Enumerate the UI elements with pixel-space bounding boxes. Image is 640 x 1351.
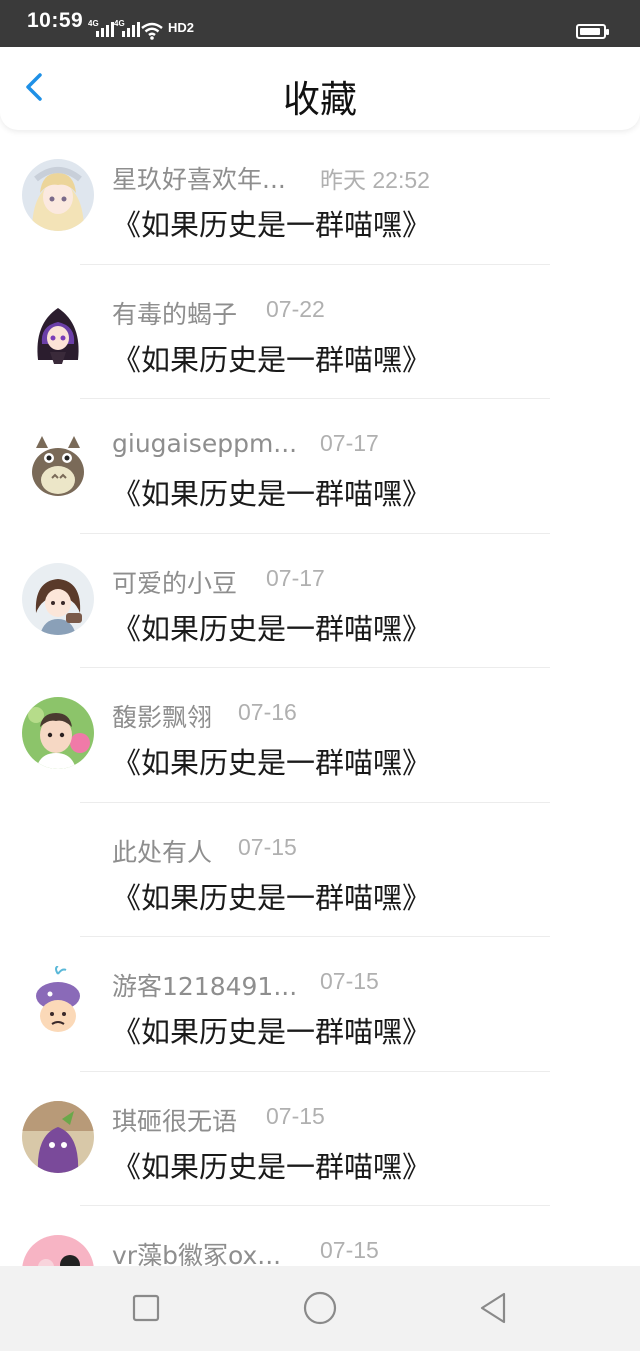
post-time: 07-17 [320, 430, 379, 456]
post-time: 07-15 [266, 1102, 325, 1129]
list-item[interactable]: 此处有人 07-15 《如果历史是一群喵嘿》 [0, 803, 640, 937]
status-time: 10:59 [27, 9, 84, 32]
battery-icon [576, 24, 609, 39]
user-name[interactable]: 有毒的蝎子 [112, 295, 237, 331]
item-title[interactable]: 《如果历史是一群喵嘿》 [112, 875, 431, 917]
user-name[interactable]: 此处有人 [112, 833, 212, 869]
item-title[interactable]: 《如果历史是一群喵嘿》 [112, 1144, 431, 1186]
user-name[interactable]: giugaiseppm... [112, 429, 297, 458]
system-nav-bar [0, 1266, 640, 1351]
item-title[interactable]: 《如果历史是一群喵嘿》 [112, 202, 431, 244]
post-time: 昨天 22:52 [320, 167, 430, 193]
post-time: 07-15 [320, 968, 379, 994]
avatar[interactable] [22, 697, 94, 769]
item-title[interactable]: 《如果历史是一群喵嘿》 [112, 471, 431, 513]
post-time: 07-16 [238, 699, 297, 725]
avatar[interactable] [22, 966, 94, 1038]
wifi-icon [140, 22, 164, 44]
item-title[interactable]: 《如果历史是一群喵嘿》 [112, 740, 431, 782]
list-item[interactable]: 可爱的小豆 07-17 《如果历史是一群喵嘿》 [0, 534, 640, 668]
item-title[interactable]: 《如果历史是一群喵嘿》 [112, 337, 431, 379]
recents-button[interactable] [128, 1290, 164, 1326]
list-item[interactable]: giugaiseppm... 07-17 《如果历史是一群喵嘿》 [0, 399, 640, 534]
list-item[interactable]: 有毒的蝎子 07-22 《如果历史是一群喵嘿》 [0, 265, 640, 399]
post-time: 07-22 [266, 295, 325, 322]
square-icon [132, 1294, 160, 1322]
favorites-list: 星玖好喜欢年... 昨天 22:52 《如果历史是一群喵嘿》 有毒的蝎子 07-… [0, 130, 640, 1341]
circle-icon [303, 1291, 337, 1325]
avatar[interactable] [22, 159, 94, 231]
status-bar: 10:59 4G 4G HD2 [0, 0, 640, 47]
list-item[interactable]: 星玖好喜欢年... 昨天 22:52 《如果历史是一群喵嘿》 [0, 130, 640, 265]
post-time: 07-17 [266, 564, 325, 591]
hd-voice-badge: HD2 [168, 20, 195, 35]
list-item[interactable]: 馥影飘翎 07-16 《如果历史是一群喵嘿》 [0, 668, 640, 803]
user-name[interactable]: 游客1218491... [112, 967, 297, 1003]
post-time: 07-15 [238, 833, 297, 860]
triangle-back-icon [480, 1292, 506, 1324]
user-name[interactable]: 馥影飘翎 [112, 698, 212, 734]
avatar[interactable] [22, 428, 94, 500]
item-title[interactable]: 《如果历史是一群喵嘿》 [112, 606, 431, 648]
home-button[interactable] [302, 1290, 338, 1326]
system-back-button[interactable] [476, 1290, 512, 1326]
avatar[interactable] [22, 562, 94, 635]
user-name[interactable]: 星玖好喜欢年... [112, 160, 286, 196]
page-title: 收藏 [283, 78, 357, 121]
item-title[interactable]: 《如果历史是一群喵嘿》 [112, 1009, 431, 1051]
list-item[interactable]: 琪砸很无语 07-15 《如果历史是一群喵嘿》 [0, 1072, 640, 1206]
user-name[interactable]: 琪砸很无语 [112, 1102, 237, 1138]
list-item[interactable]: 游客1218491... 07-15 《如果历史是一群喵嘿》 [0, 937, 640, 1072]
header: 收藏 [0, 47, 640, 130]
avatar[interactable] [22, 293, 94, 366]
post-time: 07-15 [320, 1237, 379, 1263]
avatar[interactable] [22, 1100, 94, 1173]
user-name[interactable]: 可爱的小豆 [112, 564, 237, 600]
